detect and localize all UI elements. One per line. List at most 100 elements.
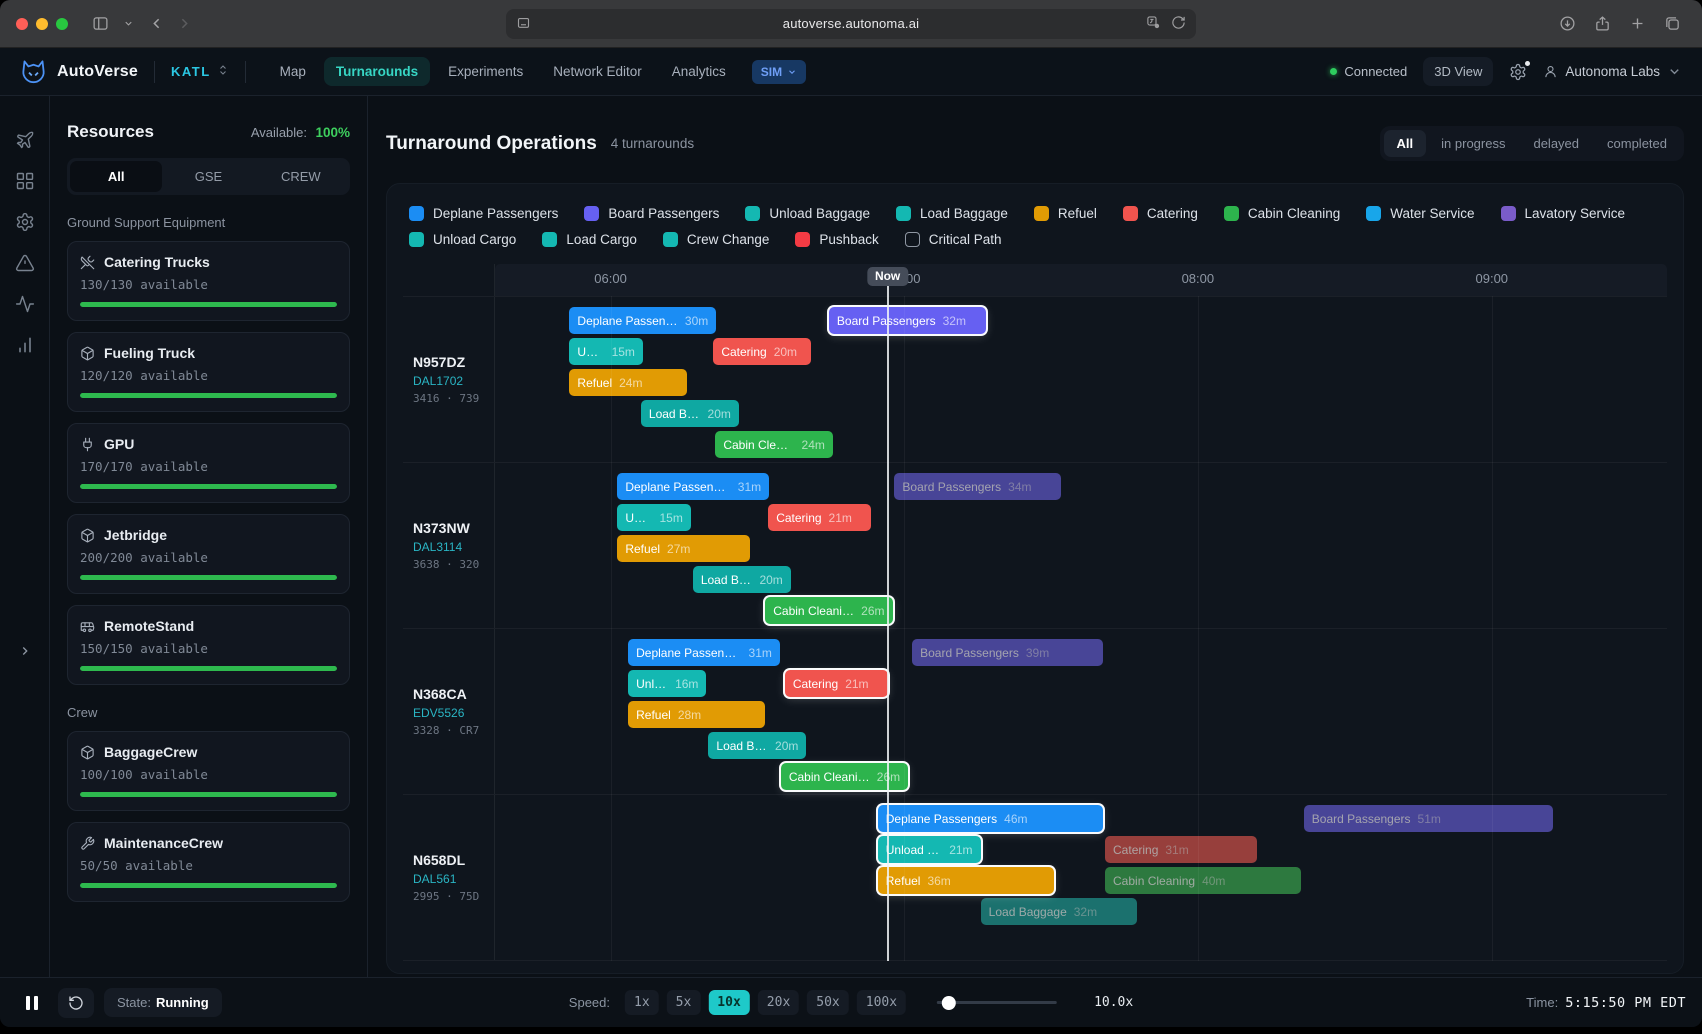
task-bar-unload-baggage[interactable]: Unload Baggage15m <box>569 338 642 365</box>
new-tab-icon[interactable] <box>1623 10 1651 38</box>
downloads-icon[interactable] <box>1553 10 1581 38</box>
task-bar-load-baggage[interactable]: Load Baggage32m <box>981 898 1138 925</box>
zoom-window-button[interactable] <box>56 18 68 30</box>
rail-map-plane-icon[interactable] <box>15 130 35 150</box>
speed-slider-thumb[interactable] <box>942 996 956 1010</box>
account-label: Autonoma Labs <box>1565 64 1660 79</box>
station-selector[interactable]: KATL <box>171 63 229 81</box>
task-bar-load-baggage[interactable]: Load Baggage20m <box>708 732 806 759</box>
resource-tab-gse[interactable]: GSE <box>162 161 254 192</box>
task-duration: 24m <box>619 376 642 390</box>
task-label: Deplane Passengers <box>886 812 997 826</box>
nav-tab-experiments[interactable]: Experiments <box>436 57 535 86</box>
task-bar-catering[interactable]: Catering21m <box>768 504 871 531</box>
resource-tab-crew[interactable]: CREW <box>255 161 347 192</box>
task-label: Cabin Cleaning <box>1113 874 1195 888</box>
package-icon <box>80 745 95 760</box>
page-settings-icon[interactable] <box>516 16 586 31</box>
task-bar-deplane[interactable]: Deplane Passengers30m <box>569 307 716 334</box>
resource-availability: 170/170 available <box>80 459 337 474</box>
expand-panel-chevron-icon[interactable] <box>18 644 32 663</box>
task-bar-load-baggage[interactable]: Load Baggage20m <box>693 566 791 593</box>
task-bar-refuel[interactable]: Refuel24m <box>569 369 687 396</box>
task-bar-cabin-cleaning[interactable]: Cabin Cleaning26m <box>765 597 892 624</box>
pause-button[interactable] <box>16 988 48 1018</box>
speed-button-20x[interactable]: 20x <box>758 990 799 1015</box>
main-nav: MapTurnaroundsExperimentsNetwork EditorA… <box>268 57 738 86</box>
legend-label: Catering <box>1147 206 1198 221</box>
availability-progress-fill <box>80 393 337 398</box>
task-duration: 40m <box>1202 874 1225 888</box>
task-bar-board[interactable]: Board Passengers32m <box>829 307 986 334</box>
resource-tab-all[interactable]: All <box>70 161 162 192</box>
task-duration: 26m <box>861 604 884 618</box>
task-bar-unload-baggage[interactable]: Unload Baggage16m <box>628 670 706 697</box>
task-bar-refuel[interactable]: Refuel36m <box>878 867 1054 894</box>
rail-activity-icon[interactable] <box>15 294 35 314</box>
nav-tab-map[interactable]: Map <box>268 57 318 86</box>
speed-button-100x[interactable]: 100x <box>857 990 906 1015</box>
legend-swatch-icon <box>1123 206 1138 221</box>
reload-icon[interactable] <box>1171 15 1186 33</box>
nav-tab-analytics[interactable]: Analytics <box>660 57 738 86</box>
speed-button-5x[interactable]: 5x <box>667 990 701 1015</box>
tab-overview-icon[interactable] <box>1658 10 1686 38</box>
aircraft-tail-number: N957DZ <box>413 354 494 370</box>
legend-item-catering: Catering <box>1123 206 1198 221</box>
task-bar-refuel[interactable]: Refuel28m <box>628 701 765 728</box>
app-name: AutoVerse <box>57 63 138 81</box>
3d-view-button[interactable]: 3D View <box>1423 57 1493 86</box>
forward-icon[interactable] <box>170 10 198 38</box>
back-icon[interactable] <box>142 10 170 38</box>
task-bar-deplane[interactable]: Deplane Passengers31m <box>617 473 769 500</box>
sim-mode-selector[interactable]: SIM <box>752 60 806 84</box>
legend-swatch-icon <box>584 206 599 221</box>
translate-icon[interactable] <box>1146 15 1161 33</box>
task-bar-catering[interactable]: Catering21m <box>785 670 888 697</box>
nav-tab-network-editor[interactable]: Network Editor <box>541 57 654 86</box>
task-bar-board[interactable]: Board Passengers34m <box>894 473 1060 500</box>
task-bar-catering[interactable]: Catering31m <box>1105 836 1257 863</box>
rail-alerts-triangle-icon[interactable] <box>15 253 35 273</box>
sidebar-toggle-icon[interactable] <box>86 10 114 38</box>
settings-gear-icon[interactable] <box>1509 63 1527 81</box>
availability-progress-bar <box>80 792 337 797</box>
task-bar-board[interactable]: Board Passengers51m <box>1304 805 1554 832</box>
filter-delayed[interactable]: delayed <box>1520 130 1592 157</box>
resource-name: RemoteStand <box>80 618 337 634</box>
task-bar-cabin-cleaning[interactable]: Cabin Cleaning26m <box>781 763 908 790</box>
speed-slider[interactable] <box>937 1001 1057 1004</box>
chevron-down-icon[interactable] <box>114 10 142 38</box>
filter-in-progress[interactable]: in progress <box>1428 130 1518 157</box>
nav-tab-turnarounds[interactable]: Turnarounds <box>324 57 430 86</box>
filter-all[interactable]: All <box>1384 130 1427 157</box>
task-bar-cabin-cleaning[interactable]: Cabin Cleaning 40m <box>1105 867 1301 894</box>
rail-analytics-barchart-icon[interactable] <box>15 335 35 355</box>
task-bar-deplane[interactable]: Deplane Passengers31m <box>628 639 780 666</box>
address-bar[interactable]: autoverse.autonoma.ai <box>506 9 1196 39</box>
account-menu[interactable]: Autonoma Labs <box>1543 64 1682 79</box>
speed-button-10x[interactable]: 10x <box>708 990 749 1015</box>
minimize-window-button[interactable] <box>36 18 48 30</box>
task-bar-refuel[interactable]: Refuel27m <box>617 535 749 562</box>
reset-button[interactable] <box>58 988 94 1018</box>
task-bar-catering[interactable]: Catering20m <box>713 338 811 365</box>
task-bar-load-baggage[interactable]: Load Baggage20m <box>641 400 739 427</box>
task-bar-unload-baggage[interactable]: Unload Baggage21m <box>878 836 981 863</box>
task-label: Load Baggage <box>989 905 1067 919</box>
task-bar-deplane[interactable]: Deplane Passengers46m <box>878 805 1103 832</box>
plug-icon <box>80 437 95 452</box>
task-bar-unload-baggage[interactable]: Unload Baggage15m <box>617 504 690 531</box>
speed-button-50x[interactable]: 50x <box>807 990 848 1015</box>
rail-dashboard-grid-icon[interactable] <box>15 171 35 191</box>
share-icon[interactable] <box>1588 10 1616 38</box>
speed-button-1x[interactable]: 1x <box>625 990 659 1015</box>
resource-name-text: GPU <box>104 436 134 452</box>
close-window-button[interactable] <box>16 18 28 30</box>
task-duration: 31m <box>749 646 772 660</box>
filter-completed[interactable]: completed <box>1594 130 1680 157</box>
task-bar-cabin-cleaning[interactable]: Cabin Cleaning24m <box>715 431 833 458</box>
task-bar-board[interactable]: Board Passengers39m <box>912 639 1103 666</box>
rail-settings-gear-icon[interactable] <box>15 212 35 232</box>
aircraft-label: N957DZDAL17023416 · 739 <box>403 297 495 462</box>
